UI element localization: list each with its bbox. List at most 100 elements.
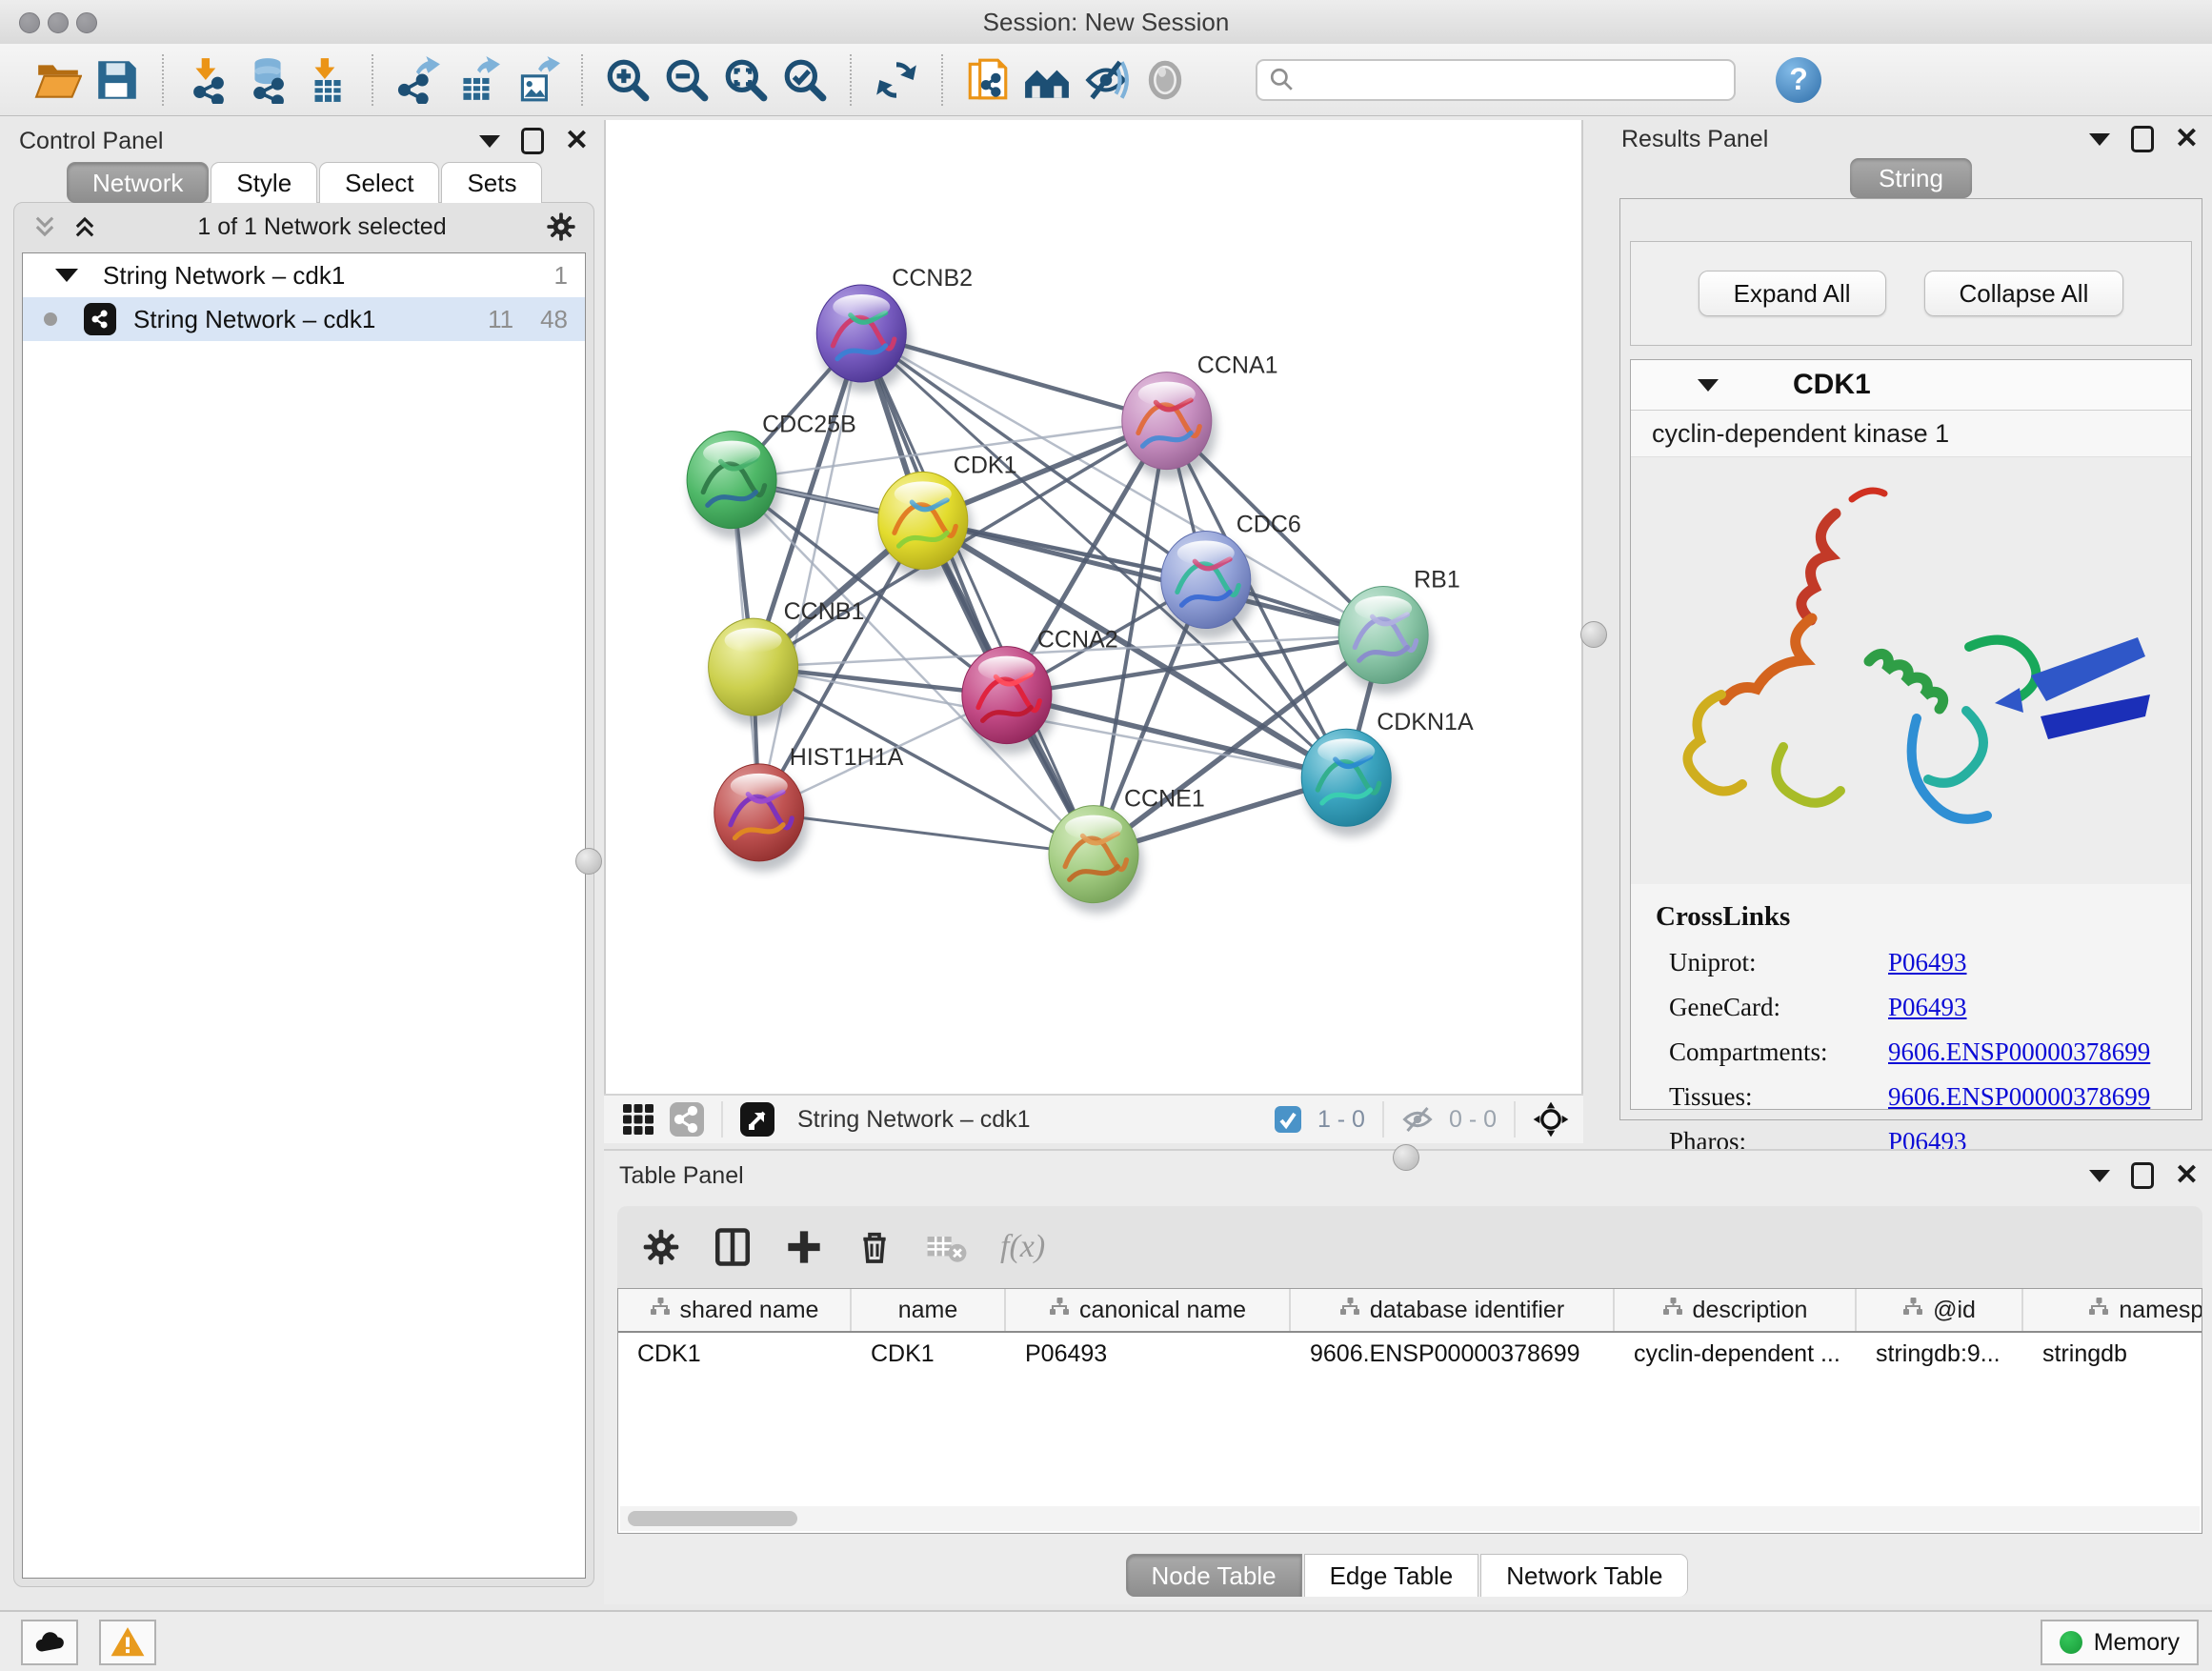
function-builder-button[interactable]: f(x) <box>1000 1229 1045 1265</box>
bottom-splitter-handle[interactable] <box>1393 1144 1419 1171</box>
network-node-cdc25b[interactable] <box>687 432 781 539</box>
crosslink-value-link[interactable]: 9606.ENSP00000378699 <box>1888 1037 2150 1067</box>
table-cell[interactable]: P06493 <box>1006 1333 1291 1375</box>
collection-expand-icon[interactable] <box>55 269 78 282</box>
right-splitter-handle[interactable] <box>1580 621 1607 648</box>
expand-all-button[interactable]: Expand All <box>1699 271 1886 316</box>
column-header--id[interactable]: @id <box>1857 1289 2023 1331</box>
network-collection-row[interactable]: String Network – cdk1 1 <box>23 253 585 297</box>
apply-layout-button[interactable] <box>867 50 926 110</box>
crosslink-value-link[interactable]: P06493 <box>1888 993 1967 1022</box>
crosslink-value-link[interactable]: 9606.ENSP00000378699 <box>1888 1082 2150 1112</box>
delete-table-button[interactable] <box>926 1226 968 1268</box>
crosslink-value-link[interactable]: P06493 <box>1888 948 1967 977</box>
panel-close-icon[interactable]: ✕ <box>565 127 589 155</box>
table-cell[interactable]: CDK1 <box>852 1333 1006 1375</box>
birds-eye-view-icon[interactable] <box>739 1101 775 1137</box>
import-network-from-database-button[interactable] <box>238 50 297 110</box>
control-panel-header: Control Panel ✕ <box>8 122 602 160</box>
network-edge[interactable] <box>759 333 862 813</box>
network-edge[interactable] <box>759 813 1094 855</box>
selected-checkbox-icon[interactable] <box>1273 1104 1303 1135</box>
table-settings-button[interactable] <box>642 1228 680 1266</box>
tab-network[interactable]: Network <box>67 162 209 203</box>
zoom-in-button[interactable] <box>598 50 657 110</box>
export-image-button[interactable] <box>507 50 566 110</box>
import-table-button[interactable] <box>297 50 356 110</box>
panel-menu-icon[interactable] <box>2089 1170 2110 1182</box>
column-header-canonical-name[interactable]: canonical name <box>1006 1289 1291 1331</box>
tab-network-table[interactable]: Network Table <box>1480 1554 1688 1597</box>
network-node-cdkn1a[interactable] <box>1301 729 1396 836</box>
network-edge[interactable] <box>861 333 1094 855</box>
hidden-eye-icon[interactable] <box>1400 1102 1435 1137</box>
tab-sets[interactable]: Sets <box>441 162 542 203</box>
network-canvas[interactable]: CCNB2CCNA1CDC25BCDK1CDC6RB1CCNB1CCNA2CDK… <box>604 120 1583 1094</box>
tab-string[interactable]: String <box>1850 158 1972 198</box>
column-header-shared-name[interactable]: shared name <box>618 1289 852 1331</box>
collapse-all-button[interactable]: Collapse All <box>1924 271 2124 316</box>
tab-style[interactable]: Style <box>211 162 317 203</box>
tab-node-table[interactable]: Node Table <box>1126 1554 1302 1597</box>
protein-expand-icon[interactable] <box>1698 379 1719 392</box>
panel-menu-icon[interactable] <box>479 135 500 148</box>
cloud-button[interactable] <box>21 1620 78 1665</box>
network-node-ccnb2[interactable] <box>816 285 911 393</box>
network-node-ccne1[interactable] <box>1049 806 1143 914</box>
string-home-button[interactable] <box>1017 50 1076 110</box>
network-node-rb1[interactable] <box>1338 587 1433 695</box>
protein-card-header[interactable]: CDK1 <box>1631 360 2191 411</box>
show-columns-button[interactable] <box>713 1227 753 1267</box>
panel-menu-icon[interactable] <box>2089 133 2110 146</box>
table-cell[interactable]: stringdb <box>2023 1333 2202 1375</box>
column-header-description[interactable]: description <box>1615 1289 1857 1331</box>
panel-float-icon[interactable] <box>2131 1162 2154 1189</box>
table-cell[interactable]: 9606.ENSP00000378699 <box>1291 1333 1615 1375</box>
column-header-database-identifier[interactable]: database identifier <box>1291 1289 1615 1331</box>
panel-close-icon[interactable]: ✕ <box>2175 125 2199 153</box>
delete-column-button[interactable] <box>855 1228 894 1266</box>
add-column-button[interactable] <box>785 1228 823 1266</box>
import-network-button[interactable] <box>179 50 238 110</box>
warnings-button[interactable] <box>99 1620 156 1665</box>
help-button[interactable]: ? <box>1776 57 1821 103</box>
table-cell[interactable]: cyclin-dependent ... <box>1615 1333 1857 1375</box>
crosshair-icon[interactable] <box>1532 1100 1570 1138</box>
panel-close-icon[interactable]: ✕ <box>2175 1161 2199 1190</box>
tab-select[interactable]: Select <box>319 162 439 203</box>
zoom-selected-button[interactable] <box>775 50 835 110</box>
expand-all-icon[interactable] <box>71 213 98 240</box>
column-header-name[interactable]: name <box>852 1289 1006 1331</box>
panel-float-icon[interactable] <box>2131 126 2154 152</box>
string-enable-glass-button[interactable] <box>1136 50 1195 110</box>
column-header-namespace[interactable]: namespace <box>2023 1289 2202 1331</box>
table-cell[interactable]: CDK1 <box>618 1333 852 1375</box>
network-node-ccna1[interactable] <box>1122 372 1217 480</box>
network-share-view-icon[interactable] <box>669 1101 705 1137</box>
network-row[interactable]: String Network – cdk1 11 48 <box>23 297 585 341</box>
network-node-hist1h1a[interactable] <box>714 764 809 872</box>
grid-view-icon[interactable] <box>621 1102 655 1137</box>
string-copy-network-button[interactable] <box>958 50 1017 110</box>
tab-edge-table[interactable]: Edge Table <box>1304 1554 1479 1597</box>
zoom-out-button[interactable] <box>657 50 716 110</box>
network-edge[interactable] <box>923 520 1383 634</box>
scrollbar-handle[interactable] <box>628 1511 797 1526</box>
open-session-button[interactable] <box>29 50 88 110</box>
network-node-ccna2[interactable] <box>962 647 1056 755</box>
table-cell[interactable]: stringdb:9... <box>1857 1333 2023 1375</box>
left-splitter-handle[interactable] <box>575 848 602 875</box>
export-table-button[interactable] <box>448 50 507 110</box>
table-horizontal-scrollbar[interactable] <box>620 1506 2200 1531</box>
table-row[interactable]: CDK1CDK1P064939606.ENSP00000378699cyclin… <box>618 1333 2202 1375</box>
export-network-button[interactable] <box>389 50 448 110</box>
search-input[interactable] <box>1256 59 1736 101</box>
save-session-button[interactable] <box>88 50 147 110</box>
memory-button[interactable]: Memory <box>2041 1620 2199 1665</box>
collapse-all-icon[interactable] <box>31 213 58 240</box>
string-hide-glass-button[interactable] <box>1076 50 1136 110</box>
panel-float-icon[interactable] <box>521 128 544 154</box>
network-node-cdk1[interactable] <box>878 472 973 579</box>
gear-icon[interactable] <box>546 211 576 242</box>
zoom-fit-button[interactable] <box>716 50 775 110</box>
